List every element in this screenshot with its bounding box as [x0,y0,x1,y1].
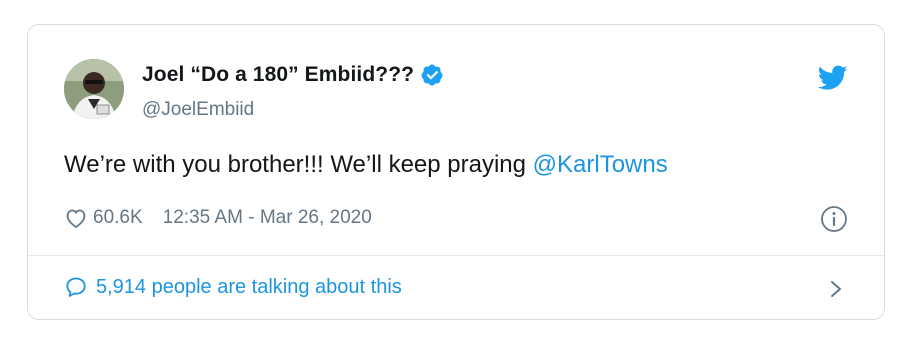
tweet-meta: 60.6K 12:35 AM - Mar 26, 2020 [64,206,372,230]
tweet-text: We’re with you brother!!! We’ll keep pra… [64,151,668,179]
tweet-card[interactable]: Joel “Do a 180” Embiid??? @JoelEmbiid We… [27,24,885,320]
mention-link[interactable]: @KarlTowns [533,151,668,178]
name-row[interactable]: Joel “Do a 180” Embiid??? [142,63,444,87]
avatar[interactable] [64,59,124,119]
like-count[interactable]: 60.6K [93,207,143,229]
talking-link[interactable]: 5,914 people are talking about this [64,275,402,299]
info-icon[interactable] [820,205,848,233]
divider [28,255,884,256]
heart-icon[interactable] [64,206,88,230]
chevron-right-icon[interactable] [828,279,844,299]
timestamp[interactable]: 12:35 AM - Mar 26, 2020 [163,207,372,229]
handle[interactable]: @JoelEmbiid [142,99,254,121]
speech-bubble-icon [66,277,86,297]
display-name[interactable]: Joel “Do a 180” Embiid??? [142,63,414,87]
talking-text[interactable]: 5,914 people are talking about this [96,276,402,299]
tweet-body: We’re with you brother!!! We’ll keep pra… [64,151,533,178]
twitter-bird-icon[interactable] [818,65,848,91]
verified-badge-icon [421,64,443,86]
